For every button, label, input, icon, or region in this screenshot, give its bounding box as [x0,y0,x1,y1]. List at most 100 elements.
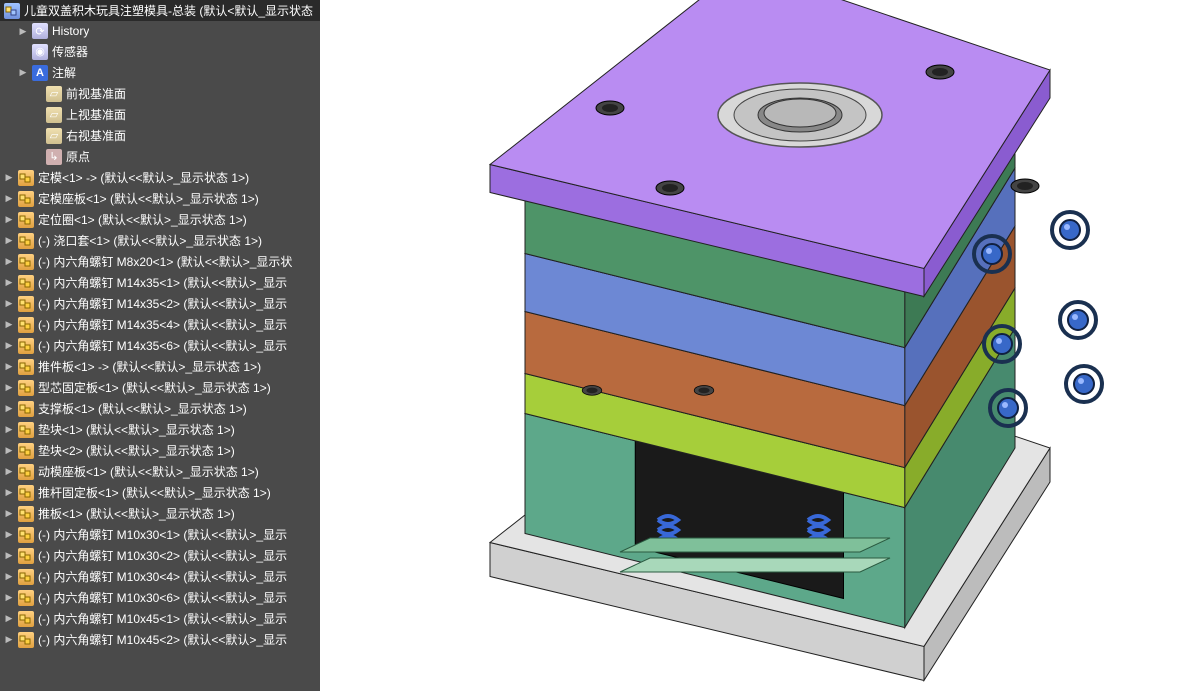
bolt-icon [656,181,684,195]
plane-icon: ▱ [46,107,62,123]
part-icon [18,422,34,438]
expand-icon[interactable]: ▶ [4,299,14,309]
expand-icon[interactable]: ▶ [4,215,14,225]
port-icon [1066,366,1102,402]
tree-item[interactable]: ▶推件板<1> -> (默认<<默认>_显示状态 1>) [0,356,320,377]
expand-icon[interactable]: ▶ [4,173,14,183]
expand-icon[interactable]: ▶ [4,278,14,288]
part-icon [18,359,34,375]
expand-icon[interactable]: ▶ [4,257,14,267]
tree-item-label: (-) 内六角螺钉 M14x35<6> (默认<<默认>_显示 [38,337,287,354]
tree-item[interactable]: ▶推杆固定板<1> (默认<<默认>_显示状态 1>) [0,482,320,503]
expand-icon[interactable]: ▶ [4,635,14,645]
tree-item[interactable]: ▶型芯固定板<1> (默认<<默认>_显示状态 1>) [0,377,320,398]
expand-icon[interactable]: ▶ [4,425,14,435]
part-icon [18,212,34,228]
origin-icon: ↳ [46,149,62,165]
tree-item[interactable]: ▶ 定位圈<1> (默认<<默认>_显示状态 1>) [0,209,320,230]
tree-item-label: (-) 内六角螺钉 M14x35<1> (默认<<默认>_显示 [38,274,287,291]
part-icon [18,464,34,480]
tree-item[interactable]: ▶ (-) 内六角螺钉 M10x45<1> (默认<<默认>_显示 [0,608,320,629]
part-icon [18,443,34,459]
tree-item-label: (-) 内六角螺钉 M10x30<1> (默认<<默认>_显示 [38,526,287,543]
tree-item[interactable]: ▶垫块<2> (默认<<默认>_显示状态 1>) [0,440,320,461]
bolt-icon [596,101,624,115]
tree-item[interactable]: ▶(-) 内六角螺钉 M10x30<4> (默认<<默认>_显示 [0,566,320,587]
tree-item[interactable]: ▶ 动模座板<1> (默认<<默认>_显示状态 1>) [0,461,320,482]
expand-icon[interactable]: ▶ [4,194,14,204]
assembly-title: 儿童双盖积木玩具注塑模具-总装 (默认<默认_显示状态 [24,2,313,19]
expand-icon[interactable]: ▶ [4,341,14,351]
tree-item[interactable]: ▶ 推板<1> (默认<<默认>_显示状态 1>) [0,503,320,524]
tree-item-label: 定位圈<1> (默认<<默认>_显示状态 1>) [38,211,247,228]
tree-item-label: 定模<1> -> (默认<<默认>_显示状态 1>) [38,169,249,186]
tree-item-label: 上视基准面 [66,106,126,123]
ejector-retainer [620,538,890,552]
tree-item[interactable]: ▶(-) 浇口套<1> (默认<<默认>_显示状态 1>) [0,230,320,251]
part-icon [18,485,34,501]
part-icon [18,401,34,417]
expand-icon[interactable]: ▶ [4,446,14,456]
tree-item[interactable]: ▶ (-) 内六角螺钉 M14x35<1> (默认<<默认>_显示 [0,272,320,293]
tree-item-label: (-) 内六角螺钉 M14x35<2> (默认<<默认>_显示 [38,295,287,312]
ejector-plate-inner [620,558,890,572]
tree-item[interactable]: ▶定模座板<1> (默认<<默认>_显示状态 1>) [0,188,320,209]
tree-item[interactable]: ▶ 垫块<1> (默认<<默认>_显示状态 1>) [0,419,320,440]
tree-item-label: 垫块<1> (默认<<默认>_显示状态 1>) [38,421,235,438]
tree-header[interactable]: 儿童双盖积木玩具注塑模具-总装 (默认<默认_显示状态 [0,0,320,21]
expand-icon[interactable]: ▶ [4,593,14,603]
tree-item[interactable]: ▶(-) 内六角螺钉 M14x35<4> (默认<<默认>_显示 [0,314,320,335]
tree-item[interactable]: ▶支撑板<1> (默认<<默认>_显示状态 1>) [0,398,320,419]
tree-item[interactable]: ▶(-) 内六角螺钉 M10x45<2> (默认<<默认>_显示 [0,629,320,650]
expand-icon[interactable]: ▶ [4,320,14,330]
expand-icon[interactable]: ▶ [4,614,14,624]
expand-icon [32,131,42,141]
expand-icon[interactable]: ▶ [4,509,14,519]
bolt-icon [1011,179,1039,193]
tree-item[interactable]: ▶⟳History [0,21,320,41]
expand-icon[interactable]: ▶ [4,362,14,372]
expand-icon[interactable]: ▶ [4,467,14,477]
tree-item[interactable]: ▶ (-) 内六角螺钉 M10x30<1> (默认<<默认>_显示 [0,524,320,545]
tree-item[interactable]: ▱前视基准面 [0,83,320,104]
expand-icon[interactable]: ▶ [4,551,14,561]
tree-item-label: (-) 内六角螺钉 M10x45<1> (默认<<默认>_显示 [38,610,287,627]
tree-item[interactable]: ▱上视基准面 [0,104,320,125]
tree-item[interactable]: ▱右视基准面 [0,125,320,146]
port-icon [1060,302,1096,338]
tree-item[interactable]: ▶ (-) 内六角螺钉 M8x20<1> (默认<<默认>_显示状 [0,251,320,272]
tree-item[interactable]: ▶(-) 内六角螺钉 M10x30<6> (默认<<默认>_显示 [0,587,320,608]
expand-icon[interactable]: ▶ [4,572,14,582]
tree-item-label: 注解 [52,64,76,81]
expand-icon[interactable]: ▶ [4,404,14,414]
tree-item[interactable]: ▶A注解 [0,62,320,83]
bolt-icon [926,65,954,79]
sensor-icon: ◉ [32,44,48,60]
tree-item[interactable]: ▶ (-) 内六角螺钉 M10x30<2> (默认<<默认>_显示 [0,545,320,566]
locating-ring [718,83,882,147]
part-icon [18,527,34,543]
part-icon [18,317,34,333]
expand-icon[interactable]: ▶ [4,488,14,498]
tree-item[interactable]: ▶ (-) 内六角螺钉 M14x35<2> (默认<<默认>_显示 [0,293,320,314]
expand-icon[interactable]: ▶ [4,530,14,540]
assembly-icon [4,3,20,19]
expand-icon[interactable]: ▶ [18,68,28,78]
expand-icon[interactable]: ▶ [18,26,28,36]
tree-item-label: 动模座板<1> (默认<<默认>_显示状态 1>) [38,463,259,480]
part-icon [18,191,34,207]
tree-item-label: (-) 内六角螺钉 M8x20<1> (默认<<默认>_显示状 [38,253,292,270]
tree-item-label: 前视基准面 [66,85,126,102]
tree-item[interactable]: ↳原点 [0,146,320,167]
tree-item-label: (-) 内六角螺钉 M10x30<2> (默认<<默认>_显示 [38,547,287,564]
tree-item[interactable]: ▶ 定模<1> -> (默认<<默认>_显示状态 1>) [0,167,320,188]
expand-icon[interactable]: ▶ [4,383,14,393]
part-icon [18,590,34,606]
expand-icon[interactable]: ▶ [4,236,14,246]
tree-item-label: 右视基准面 [66,127,126,144]
tree-item[interactable]: ▶ (-) 内六角螺钉 M14x35<6> (默认<<默认>_显示 [0,335,320,356]
tree-item[interactable]: ◉传感器 [0,41,320,62]
feature-tree-panel[interactable]: 儿童双盖积木玩具注塑模具-总装 (默认<默认_显示状态 ▶⟳History◉传感… [0,0,320,691]
tree-item-label: 推板<1> (默认<<默认>_显示状态 1>) [38,505,235,522]
graphics-viewport[interactable] [320,0,1189,691]
